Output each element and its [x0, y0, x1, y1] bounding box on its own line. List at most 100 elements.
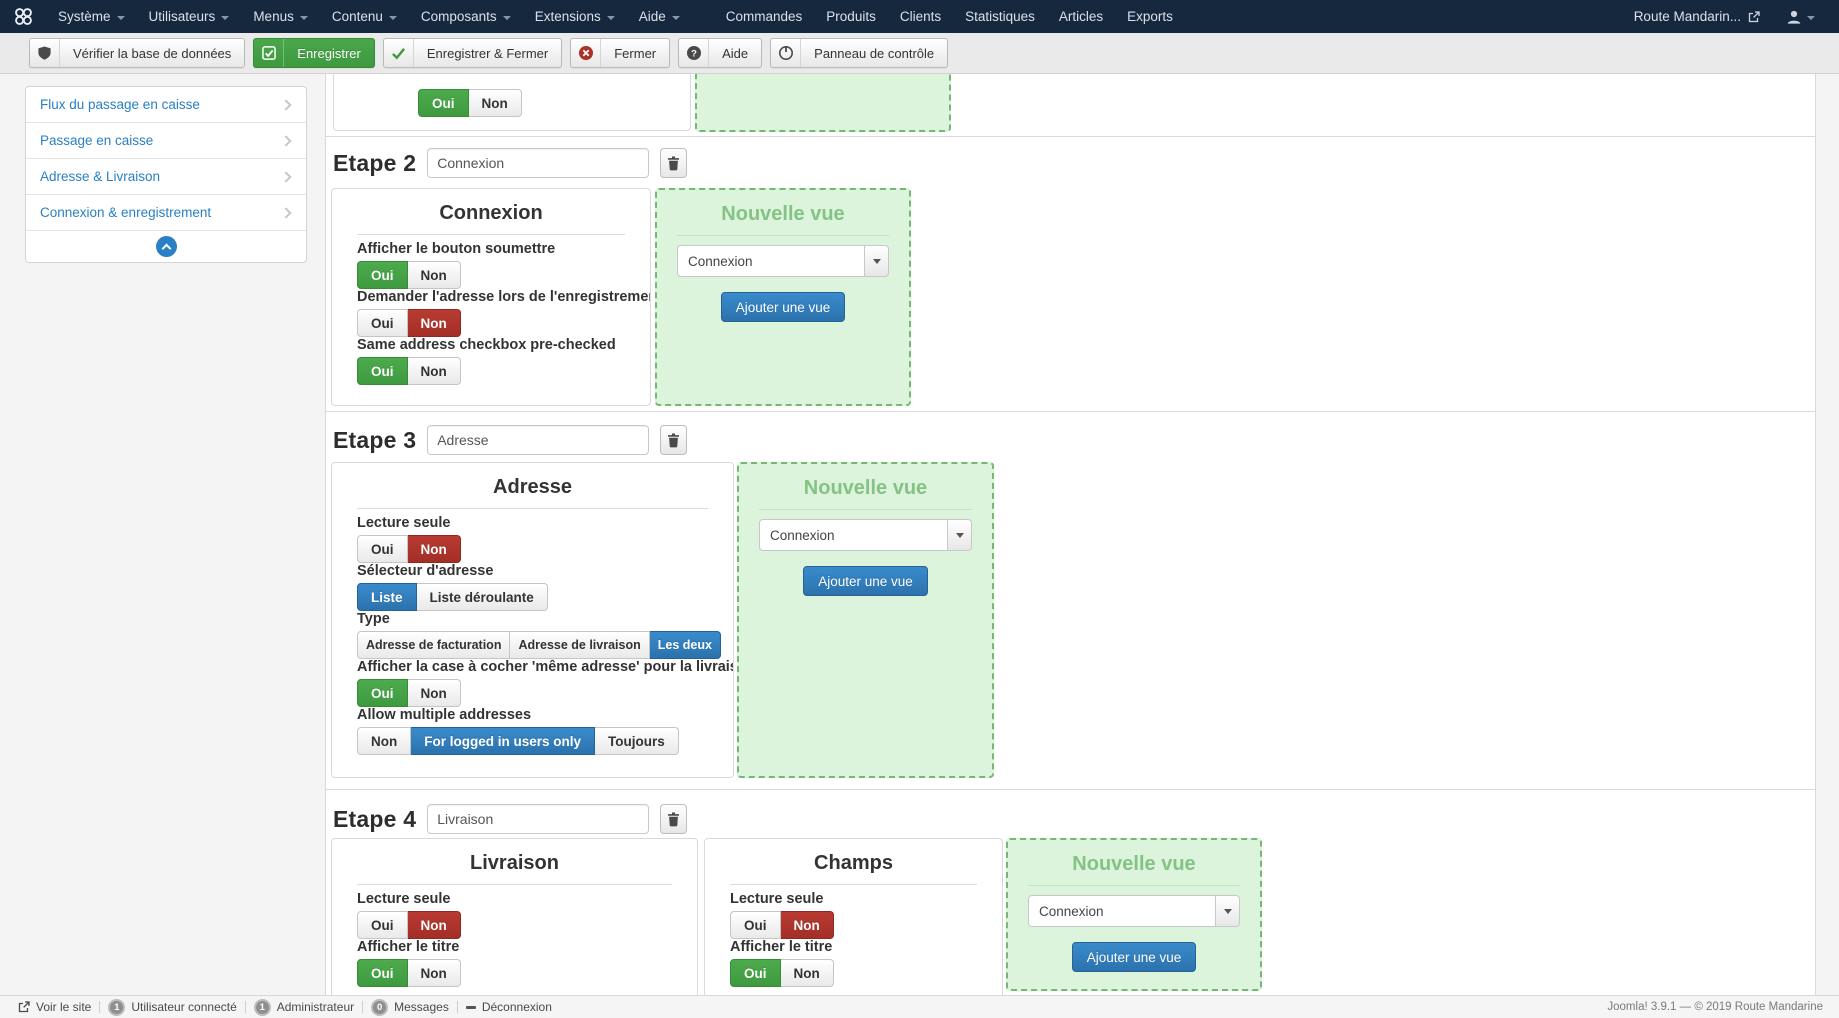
- toggle-non[interactable]: Non: [407, 959, 461, 987]
- menu-articles[interactable]: Articles: [1047, 0, 1115, 33]
- view-select-caret-button[interactable]: [865, 245, 889, 277]
- toggle-non[interactable]: Non: [780, 911, 834, 939]
- button-label: Enregistrer: [297, 45, 361, 61]
- menu-exports[interactable]: Exports: [1115, 0, 1185, 33]
- view-select-value[interactable]: Connexion: [1028, 895, 1216, 927]
- menu-menus[interactable]: Menus: [241, 0, 320, 33]
- toggle-oui[interactable]: Oui: [357, 357, 408, 385]
- toggle-adresse-de-livraison[interactable]: Adresse de livraison: [510, 631, 650, 659]
- toggle-non[interactable]: Non: [407, 911, 461, 939]
- toggle-non[interactable]: Non: [468, 89, 522, 117]
- menu-clients[interactable]: Clients: [888, 0, 953, 33]
- add-view-button[interactable]: Ajouter une vue: [720, 292, 846, 322]
- view-select-value[interactable]: Connexion: [759, 519, 948, 551]
- menu-utilisateurs[interactable]: Utilisateurs: [137, 0, 242, 33]
- delete-step-4-button[interactable]: [660, 804, 688, 834]
- step-3-name-input[interactable]: [427, 425, 650, 455]
- help-button[interactable]: ? Aide: [678, 38, 763, 68]
- status-messages: 0 Messages: [363, 998, 457, 1016]
- sidebar-item-label: Flux du passage en caisse: [40, 97, 200, 112]
- view-site-label: Voir le site: [36, 1000, 92, 1014]
- sidebar-collapse-button[interactable]: [26, 231, 306, 262]
- menu-composants[interactable]: Composants: [409, 0, 523, 33]
- site-name: Route Mandarin...: [1633, 9, 1741, 24]
- joomla-logo-icon[interactable]: [0, 0, 46, 33]
- menu-contenu[interactable]: Contenu: [320, 0, 409, 33]
- step-4-name-input[interactable]: [427, 804, 650, 834]
- toggle-oui[interactable]: Oui: [357, 261, 408, 289]
- user-menu[interactable]: [1772, 0, 1829, 33]
- add-view-button[interactable]: Ajouter une vue: [803, 566, 928, 596]
- menu-label: Commandes: [725, 9, 803, 24]
- logout-link[interactable]: Déconnexion: [458, 1000, 560, 1014]
- menu-label: Clients: [899, 9, 942, 24]
- toggle-oui[interactable]: Oui: [357, 959, 408, 987]
- menu-extensions[interactable]: Extensions: [523, 0, 627, 33]
- toggle-liste[interactable]: Liste: [357, 583, 417, 611]
- sidebar-item-passage-en-caisse[interactable]: Passage en caisse: [26, 123, 306, 159]
- caret-down-icon: [1223, 908, 1232, 914]
- delete-step-3-button[interactable]: [660, 425, 688, 455]
- toggle-toujours[interactable]: Toujours: [595, 727, 679, 755]
- chevron-down-icon: [502, 15, 511, 20]
- toggle-oui[interactable]: Oui: [357, 535, 408, 563]
- toggle-non[interactable]: Non: [407, 357, 461, 385]
- toggle-non[interactable]: Non: [407, 261, 461, 289]
- close-button[interactable]: Fermer: [570, 38, 671, 68]
- toggle-group: Oui Non: [730, 911, 834, 939]
- sidebar-item-adresse-livraison[interactable]: Adresse & Livraison: [26, 159, 306, 195]
- toggle-oui[interactable]: Oui: [357, 911, 408, 939]
- toggle-group: Oui Non: [357, 911, 461, 939]
- control-panel-button[interactable]: Panneau de contrôle: [770, 38, 949, 68]
- menu-label: Utilisateurs: [148, 9, 216, 24]
- menu-label: Contenu: [331, 9, 383, 24]
- toggle-group: Liste Liste déroulante: [357, 583, 548, 611]
- toggle-non[interactable]: Non: [407, 679, 461, 707]
- view-select-value[interactable]: Connexion: [677, 245, 865, 277]
- person-icon: [1787, 10, 1801, 24]
- menu-aide[interactable]: Aide: [627, 0, 692, 33]
- toggle-non[interactable]: Non: [407, 535, 461, 563]
- menu-syst-me[interactable]: Système: [46, 0, 137, 33]
- menu-label: Statistiques: [965, 9, 1035, 24]
- sidebar-item-connexion-enregistrement[interactable]: Connexion & enregistrement: [26, 195, 306, 231]
- view-select-caret-button[interactable]: [1216, 895, 1240, 927]
- logout-icon: [465, 1005, 476, 1009]
- step-2-name-input[interactable]: [427, 148, 650, 178]
- toggle-non[interactable]: Non: [407, 309, 461, 337]
- verify-database-button[interactable]: Vérifier la base de données: [29, 38, 246, 68]
- add-view-button[interactable]: Ajouter une vue: [1071, 942, 1197, 972]
- toggle-oui[interactable]: Oui: [357, 309, 408, 337]
- chevron-right-icon: [280, 170, 292, 183]
- delete-step-2-button[interactable]: [660, 148, 688, 178]
- toggle-adresse-de-facturation[interactable]: Adresse de facturation: [357, 631, 511, 659]
- checkout-flow-editor: OuiNon Etape 2 ConnexionAfficher le bout…: [325, 74, 1816, 995]
- toggle-non[interactable]: Non: [780, 959, 834, 987]
- toggle-liste-d-roulante[interactable]: Liste déroulante: [416, 583, 548, 611]
- toggle-les-deux[interactable]: Les deux: [649, 631, 721, 659]
- step-4-title: Etape 4: [333, 805, 417, 832]
- toggle-oui[interactable]: Oui: [730, 911, 781, 939]
- toggle-oui[interactable]: Oui: [730, 959, 781, 987]
- toggle-oui[interactable]: Oui: [418, 89, 469, 117]
- setting-label: Lecture seule: [357, 891, 451, 907]
- setting-row: Afficher le titre Oui Non: [357, 939, 672, 987]
- setting-row: Lecture seule Oui Non: [730, 891, 977, 939]
- save-and-close-button[interactable]: Enregistrer & Fermer: [382, 38, 563, 68]
- sidebar-item-flux-du-passage-en-caisse[interactable]: Flux du passage en caisse: [26, 87, 306, 123]
- toggle-oui[interactable]: Oui: [357, 679, 408, 707]
- view-site-link[interactable]: Voir le site: [10, 1000, 99, 1014]
- setting-label: Sélecteur d'adresse: [357, 563, 494, 579]
- site-preview-link[interactable]: Route Mandarin...: [1622, 0, 1772, 33]
- chevron-down-icon: [299, 15, 308, 20]
- sidebar-item-label: Passage en caisse: [40, 133, 154, 148]
- menu-commandes[interactable]: Commandes: [714, 0, 815, 33]
- save-button[interactable]: Enregistrer: [253, 38, 375, 68]
- menu-label: Aide: [638, 9, 666, 24]
- menu-statistiques[interactable]: Statistiques: [953, 0, 1047, 33]
- view-select-caret-button[interactable]: [948, 519, 972, 551]
- menu-label: Produits: [826, 9, 876, 24]
- toggle-non[interactable]: Non: [357, 727, 412, 755]
- toggle-for-logged-in-users-only[interactable]: For logged in users only: [411, 727, 596, 755]
- menu-produits[interactable]: Produits: [814, 0, 888, 33]
